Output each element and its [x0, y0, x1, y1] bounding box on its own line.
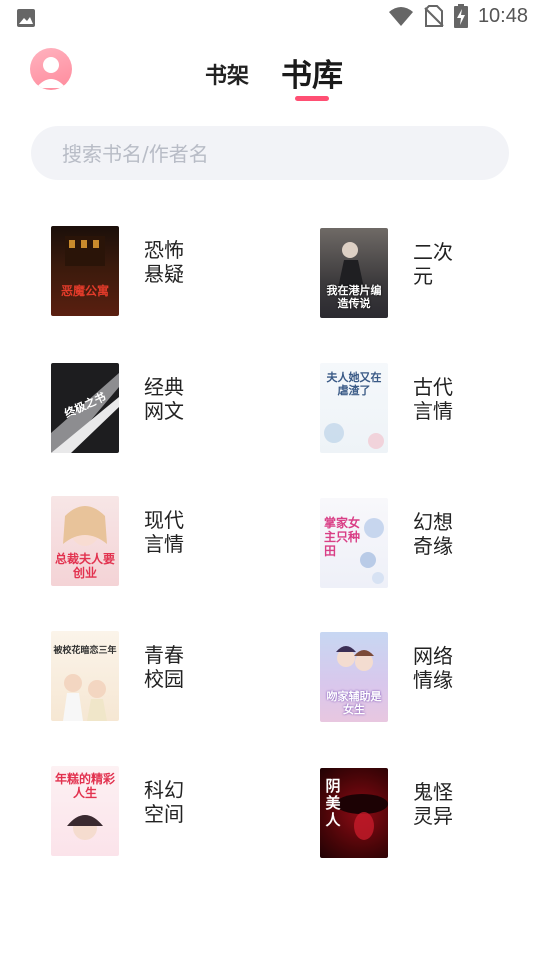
category-label: 网络情缘 — [413, 644, 453, 692]
book-cover: 总裁夫人要创业 — [51, 496, 119, 586]
book-cover-title: 掌家女主只种田 — [324, 516, 361, 558]
book-cover: 恶魔公寓 — [51, 226, 119, 316]
search-input[interactable] — [60, 126, 484, 182]
gallery-notification-icon — [16, 8, 36, 28]
category-label: 青春校园 — [144, 643, 184, 691]
category-modern-romance[interactable]: 总裁夫人要创业 现代言情 — [51, 496, 301, 590]
tab-library[interactable]: 书库 — [281, 50, 343, 95]
category-label: 幻想奇缘 — [413, 510, 453, 558]
category-label: 经典网文 — [144, 375, 184, 423]
active-tab-indicator — [295, 96, 329, 101]
no-sim-icon — [424, 5, 444, 27]
category-classic-web-novel[interactable]: 终极之书 经典网文 — [51, 363, 301, 457]
book-cover-title: 吻家辅助是女生 — [326, 690, 382, 716]
tab-bookshelf[interactable]: 书架 — [205, 58, 249, 90]
book-cover-title: 恶魔公寓 — [60, 284, 109, 298]
search-bar[interactable] — [31, 126, 509, 182]
book-cover-title: 被校花暗恋三年 — [53, 646, 117, 656]
clock: 10:48 — [477, 4, 528, 27]
category-sci-fi-space[interactable]: 年糕的精彩人生 科幻空间 — [51, 766, 301, 860]
category-fantasy-romance[interactable]: 掌家女主只种田 幻想奇缘 — [320, 498, 540, 592]
category-label: 恐怖悬疑 — [144, 238, 184, 286]
category-label: 科幻空间 — [144, 778, 184, 826]
category-online-romance[interactable]: 吻家辅助是女生 网络情缘 — [320, 632, 540, 726]
category-label: 鬼怪灵异 — [413, 780, 453, 828]
book-cover-title: 总裁夫人要创业 — [55, 552, 116, 580]
category-label: 古代言情 — [413, 375, 453, 423]
book-cover: 年糕的精彩人生 — [51, 766, 119, 856]
battery-charging-icon — [453, 4, 468, 28]
book-cover: 夫人她又在虐渣了 — [320, 363, 388, 453]
book-cover-title: 年糕的精彩人生 — [55, 772, 116, 800]
wifi-icon — [388, 5, 414, 27]
status-bar: 10:48 — [0, 0, 540, 36]
category-horror-suspense[interactable]: 恶魔公寓 恐怖悬疑 — [51, 226, 301, 320]
user-avatar-icon — [36, 57, 66, 88]
category-label: 二次元 — [413, 240, 453, 288]
book-cover: 我在港片编造传说 — [320, 228, 388, 318]
category-anime[interactable]: 我在港片编造传说 二次元 — [320, 228, 540, 322]
book-cover: 终极之书 — [51, 363, 119, 453]
category-youth-campus[interactable]: 被校花暗恋三年 青春校园 — [51, 631, 301, 725]
book-cover-title: 我在港片编造传说 — [326, 284, 382, 310]
book-cover-title: 阴美人 — [325, 777, 341, 829]
avatar[interactable] — [30, 48, 72, 90]
book-cover: 阴美人 — [320, 768, 388, 858]
header: 书架 书库 — [0, 40, 540, 110]
book-cover: 掌家女主只种田 — [320, 498, 388, 588]
book-cover-title: 夫人她又在虐渣了 — [326, 371, 382, 397]
category-ghost-supernatural[interactable]: 阴美人 鬼怪灵异 — [320, 768, 540, 862]
book-cover: 吻家辅助是女生 — [320, 632, 388, 722]
category-label: 现代言情 — [144, 508, 184, 556]
book-cover: 被校花暗恋三年 — [51, 631, 119, 721]
category-ancient-romance[interactable]: 夫人她又在虐渣了 古代言情 — [320, 363, 540, 457]
